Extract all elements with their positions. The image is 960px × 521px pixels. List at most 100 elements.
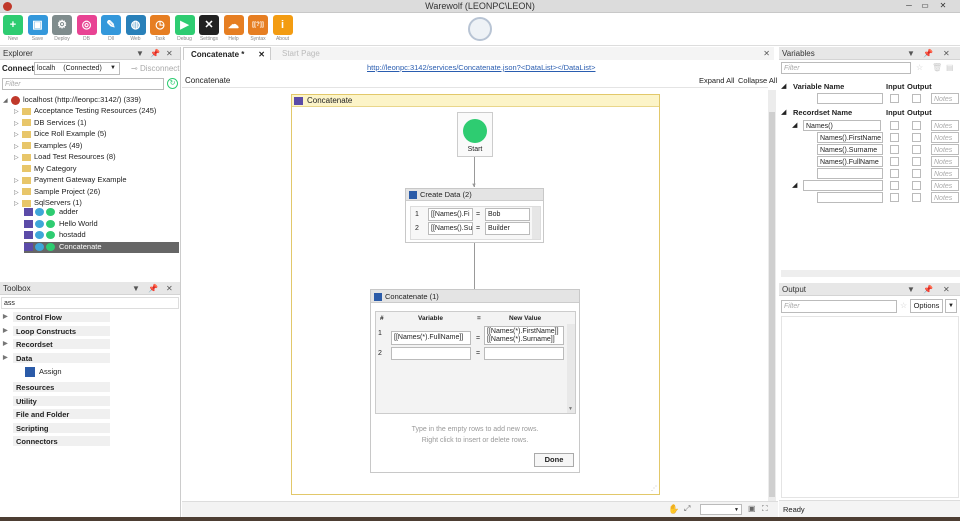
variable-input[interactable] — [391, 347, 471, 360]
options-dropdown-icon[interactable]: ▼ — [945, 299, 957, 313]
tree-folder[interactable]: ▷ Sample Project (26) — [14, 187, 100, 196]
close-panel-icon[interactable]: ✕ — [943, 283, 950, 296]
toolbox-search-input[interactable]: ass — [1, 297, 179, 309]
vertical-scrollbar[interactable] — [768, 90, 776, 501]
run-icon[interactable] — [46, 242, 55, 251]
notes-input[interactable]: Notes — [931, 180, 959, 191]
output-checkbox[interactable] — [912, 157, 921, 166]
notes-input[interactable]: Notes — [931, 120, 959, 131]
new-value-input[interactable]: [[Names(*).FirstName]] [[Names(*).Surnam… — [484, 326, 564, 345]
value-input[interactable]: Bob — [485, 208, 530, 221]
tree-folder[interactable]: ▷ Dice Roll Example (5) — [14, 129, 107, 138]
pin-icon[interactable]: 📌 — [150, 47, 160, 60]
output-checkbox[interactable] — [912, 181, 921, 190]
new-value-input[interactable] — [484, 347, 564, 360]
service-url-link[interactable]: http://leonpc:3142/services/Concatenate.… — [367, 63, 595, 72]
variable-input[interactable]: [[Names(*).FullName]] — [391, 331, 471, 345]
notes-input[interactable]: Notes — [931, 168, 959, 179]
toolbox-category[interactable]: Connectors — [13, 436, 110, 447]
view-icon[interactable] — [35, 208, 44, 217]
options-button[interactable]: Options — [910, 299, 943, 313]
sort-icon[interactable]: ▤ — [946, 63, 954, 72]
expand-icon[interactable]: ◢ — [3, 97, 11, 104]
tree-folder[interactable]: ▷ Examples (49) — [14, 141, 82, 150]
ribbon-syntax-button[interactable]: [[?]] Syntax — [247, 15, 269, 45]
tree-service-item[interactable]: Hello World — [24, 219, 98, 230]
input-checkbox[interactable] — [890, 193, 899, 202]
tree-folder[interactable]: ▷ Payment Gateway Example — [14, 175, 127, 184]
run-icon[interactable] — [46, 208, 55, 217]
grid-scrollbar[interactable] — [532, 207, 540, 239]
star-icon[interactable]: ☆ — [900, 301, 907, 310]
ribbon-about-button[interactable]: i About — [272, 15, 294, 45]
toolbox-category[interactable]: Loop Constructs ▶ — [3, 325, 110, 337]
run-icon[interactable] — [46, 231, 55, 240]
breadcrumb[interactable]: Concatenate — [185, 76, 230, 85]
tree-folder[interactable]: ▷ DB Services (1) — [14, 118, 87, 127]
toolbox-category[interactable]: Data ▶ — [3, 352, 110, 364]
star-icon[interactable]: ☆ — [916, 63, 923, 72]
recordset-name-input[interactable]: Names() — [803, 120, 881, 131]
input-checkbox[interactable] — [890, 169, 899, 178]
ribbon-task-button[interactable]: ◷ Task — [149, 15, 171, 45]
tree-service-item[interactable]: hostadd — [24, 230, 86, 241]
notes-input[interactable]: Notes — [931, 144, 959, 155]
input-checkbox[interactable] — [890, 121, 899, 130]
tree-service-item[interactable]: adder — [24, 207, 78, 218]
ribbon-deploy-button[interactable]: ⚙ Deploy — [51, 15, 73, 45]
close-icon[interactable]: ✕ — [936, 0, 950, 12]
dropdown-icon[interactable]: ▼ — [907, 283, 915, 296]
collapse-icon[interactable]: ◢ — [792, 181, 797, 189]
expand-icon[interactable]: ▷ — [14, 108, 22, 115]
resize-grip-icon[interactable]: ⋰ — [651, 485, 657, 492]
output-checkbox[interactable] — [912, 94, 921, 103]
close-panel-icon[interactable]: ✕ — [166, 47, 173, 60]
tool-assign[interactable]: Assign — [25, 367, 62, 378]
ribbon-new-button[interactable]: + New — [2, 15, 24, 45]
toolbox-category[interactable]: Recordset ▶ — [3, 339, 110, 350]
input-checkbox[interactable] — [890, 133, 899, 142]
ribbon-save-button[interactable]: ▣ Save — [27, 15, 49, 45]
output-checkbox[interactable] — [912, 133, 921, 142]
tab-start-page[interactable]: Start Page ✕ — [271, 47, 774, 60]
start-node[interactable]: Start — [457, 112, 493, 157]
notes-input[interactable]: Notes — [931, 156, 959, 167]
input-checkbox[interactable] — [890, 157, 899, 166]
tab-close-icon[interactable]: ✕ — [763, 47, 770, 60]
input-checkbox[interactable] — [890, 94, 899, 103]
pin-icon[interactable]: 📌 — [923, 47, 933, 60]
expand-icon[interactable]: ▷ — [14, 189, 22, 196]
value-input[interactable]: Builder — [485, 222, 530, 235]
close-panel-icon[interactable]: ✕ — [166, 282, 173, 295]
tree-folder[interactable]: ▷ Acceptance Testing Resources (245) — [14, 106, 156, 115]
tree-folder[interactable]: ▷ Load Test Resources (8) — [14, 152, 116, 161]
maximize-icon[interactable]: ▭ — [918, 0, 932, 12]
notes-input[interactable]: Notes — [931, 132, 959, 143]
disconnect-button[interactable]: ⊸ Disconnect — [131, 64, 180, 73]
variables-scrollbar[interactable] — [781, 270, 960, 277]
expand-icon[interactable]: ▶ — [3, 339, 8, 350]
concatenate-activity[interactable]: Concatenate (1) ▼ # Variable = New Value… — [370, 289, 580, 473]
input-checkbox[interactable] — [890, 181, 899, 190]
variable-name-input[interactable] — [817, 93, 883, 104]
expand-icon[interactable]: ▷ — [14, 120, 22, 127]
expand-all-button[interactable]: Expand All — [699, 76, 734, 85]
run-icon[interactable] — [46, 219, 55, 228]
recordset-name-input[interactable]: Names().Surname — [817, 144, 883, 155]
pin-icon[interactable]: 📌 — [148, 282, 158, 295]
dropdown-icon[interactable]: ▼ — [907, 47, 915, 60]
done-button[interactable]: Done — [534, 453, 574, 467]
output-checkbox[interactable] — [912, 121, 921, 130]
expand-icon[interactable]: ▶ — [3, 326, 8, 337]
delete-icon[interactable]: 🗑 — [932, 63, 942, 72]
collapse-all-button[interactable]: Collapse All — [738, 76, 777, 85]
close-panel-icon[interactable]: ✕ — [943, 47, 950, 60]
recordset-name-input[interactable] — [803, 180, 883, 191]
recordset-name-input[interactable]: Names().FirstName — [817, 132, 883, 143]
ribbon-debug-button[interactable]: ▶ Debug — [174, 15, 196, 45]
expand-icon[interactable]: ▶ — [3, 353, 8, 364]
pan-icon[interactable]: ✋ — [668, 504, 679, 515]
splitter[interactable] — [180, 47, 181, 517]
view-icon[interactable] — [35, 242, 44, 251]
create-data-activity[interactable]: Create Data (2) 1 [[Names().Fi = Bob 2 [… — [405, 188, 544, 243]
